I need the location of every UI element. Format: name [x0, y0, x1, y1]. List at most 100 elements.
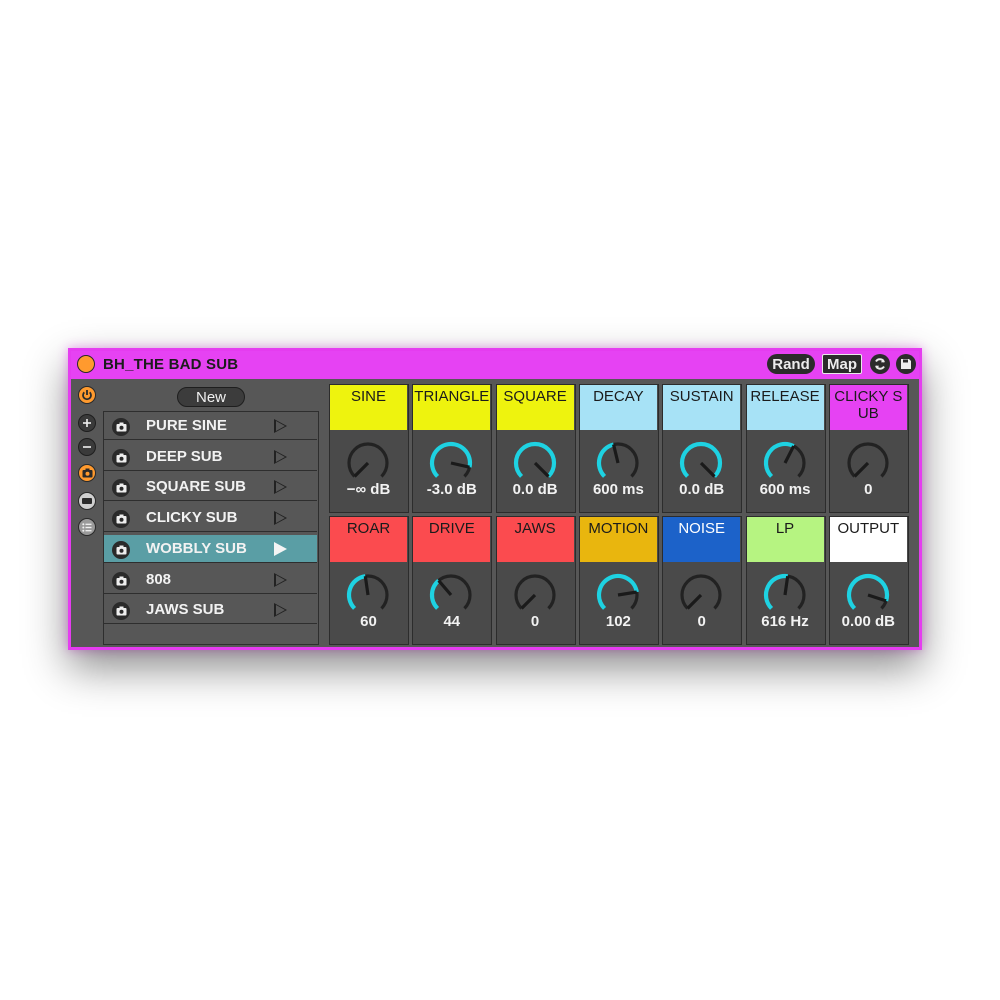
knob-dial[interactable]: [511, 571, 559, 619]
refresh-icon[interactable]: [870, 354, 890, 374]
knob-value: 60: [360, 613, 377, 630]
knob-value-arc: [346, 574, 366, 610]
knob-pointer: [520, 593, 536, 610]
preset-item[interactable]: DEEP SUB: [104, 443, 317, 471]
play-icon[interactable]: [274, 572, 287, 587]
knob-label: NOISE: [663, 517, 741, 562]
knob-dial[interactable]: [427, 439, 475, 487]
play-icon[interactable]: [274, 541, 287, 556]
knob-dial[interactable]: [427, 571, 475, 619]
knob-pointer: [363, 575, 370, 596]
knob-cell-sustain: SUSTAIN 0.0 dB: [662, 384, 743, 513]
play-icon[interactable]: [274, 603, 287, 618]
save-icon[interactable]: [896, 354, 916, 374]
knob-dial[interactable]: [761, 439, 809, 487]
preset-label: PURE SINE: [146, 417, 227, 434]
knob-label: DRIVE: [413, 517, 491, 562]
preset-label: DEEP SUB: [146, 447, 223, 465]
knob-pointer: [700, 461, 716, 478]
knob-pointer: [450, 461, 471, 469]
plus-icon[interactable]: [78, 414, 96, 432]
preset-label: CLICKY SUB: [146, 509, 238, 527]
knob-dial[interactable]: [594, 571, 642, 619]
camera-icon[interactable]: [112, 479, 130, 498]
knob-label: DECAY: [579, 385, 657, 430]
knob-cell-jaws: JAWS 0: [495, 516, 576, 645]
knob-pointer: [782, 575, 789, 596]
power-icon[interactable]: [78, 386, 96, 404]
play-icon[interactable]: [274, 449, 287, 464]
knob-cell-lp: LP 616 Hz: [745, 516, 826, 645]
knob-dial[interactable]: [844, 439, 892, 487]
preset-item[interactable]: JAWS SUB: [104, 596, 317, 625]
knob-pointer: [783, 445, 795, 464]
knob-track: [347, 442, 389, 478]
preset-item[interactable]: WOBBLY SUB: [104, 534, 317, 563]
play-icon[interactable]: [274, 419, 287, 433]
knob-cell-motion: MOTION 102: [578, 516, 659, 645]
knob-cell-decay: DECAY 600 ms: [578, 384, 659, 513]
preset-item[interactable]: CLICKY SUB: [104, 504, 317, 533]
knob-dial[interactable]: [594, 439, 642, 487]
camera-icon[interactable]: [112, 510, 130, 529]
knob-pointer: [853, 461, 869, 478]
camera-icon[interactable]: [112, 540, 130, 559]
camera-icon[interactable]: [112, 418, 130, 436]
preset-label: SQUARE SUB: [146, 478, 247, 496]
knob-cell-triangle: TRIANGLE -3.0 dB: [412, 384, 493, 513]
knob-label: TRIANGLE: [413, 385, 491, 430]
new-preset-button[interactable]: New: [177, 387, 245, 407]
minus-icon[interactable]: [78, 438, 96, 456]
camera-icon[interactable]: [112, 448, 130, 467]
knob-dial[interactable]: [677, 439, 725, 487]
knob-pointer: [533, 461, 550, 478]
knob-dial[interactable]: [761, 571, 809, 619]
knob-value: 600 ms: [592, 481, 644, 498]
knob-pointer: [353, 461, 370, 478]
rand-button[interactable]: Rand: [767, 354, 815, 374]
knob-value: 102: [605, 613, 631, 630]
knob-value-arc: [430, 578, 441, 610]
knob-dial[interactable]: [511, 439, 559, 487]
bar-icon[interactable]: [78, 492, 96, 510]
preset-item[interactable]: 808: [104, 566, 317, 594]
knob-cell-clicky-sub: CLICKY SUB 0: [828, 384, 909, 513]
knob-value-arc: [846, 573, 889, 610]
knob-pointer: [686, 593, 703, 610]
knob-cell-release: RELEASE 600 ms: [745, 384, 826, 513]
knob-value: 600 ms: [759, 481, 811, 498]
knob-pointer: [611, 444, 620, 464]
knob-label: RELEASE: [746, 385, 824, 430]
preset-item[interactable]: PURE SINE: [104, 412, 317, 440]
fold-circle-icon[interactable]: [77, 355, 95, 373]
knob-label: OUTPUT: [829, 517, 907, 562]
knob-value-arc: [513, 441, 556, 478]
knob-dial[interactable]: [344, 571, 392, 619]
knob-value-arc: [596, 442, 615, 478]
knob-dial[interactable]: [677, 571, 725, 619]
device-titlebar: BH_THE BAD SUB Rand Map: [71, 351, 919, 379]
knob-value: 0: [530, 613, 540, 630]
map-button[interactable]: Map: [822, 354, 862, 374]
knob-label: ROAR: [330, 517, 407, 562]
knob-label: SQUARE: [496, 385, 574, 430]
camera-icon[interactable]: [112, 571, 130, 590]
camera-icon[interactable]: [78, 464, 96, 482]
knob-value: 616 Hz: [761, 613, 809, 630]
preset-item[interactable]: SQUARE SUB: [104, 473, 317, 502]
knob-track: [680, 574, 722, 610]
knob-dial[interactable]: [844, 571, 892, 619]
knob-value: 44: [443, 613, 461, 630]
camera-icon[interactable]: [112, 602, 130, 621]
play-icon[interactable]: [274, 511, 287, 526]
list-icon[interactable]: [78, 518, 96, 536]
knob-cell-sine: SINE −∞ dB: [329, 384, 409, 513]
knob-dial[interactable]: [344, 439, 392, 487]
knob-value-arc: [680, 441, 723, 478]
preset-label: WOBBLY SUB: [146, 539, 247, 557]
knob-track: [514, 574, 556, 610]
play-icon[interactable]: [274, 480, 287, 495]
knob-pointer: [437, 579, 453, 597]
knob-label: SUSTAIN: [663, 385, 741, 430]
knob-value: -3.0 dB: [426, 481, 477, 498]
